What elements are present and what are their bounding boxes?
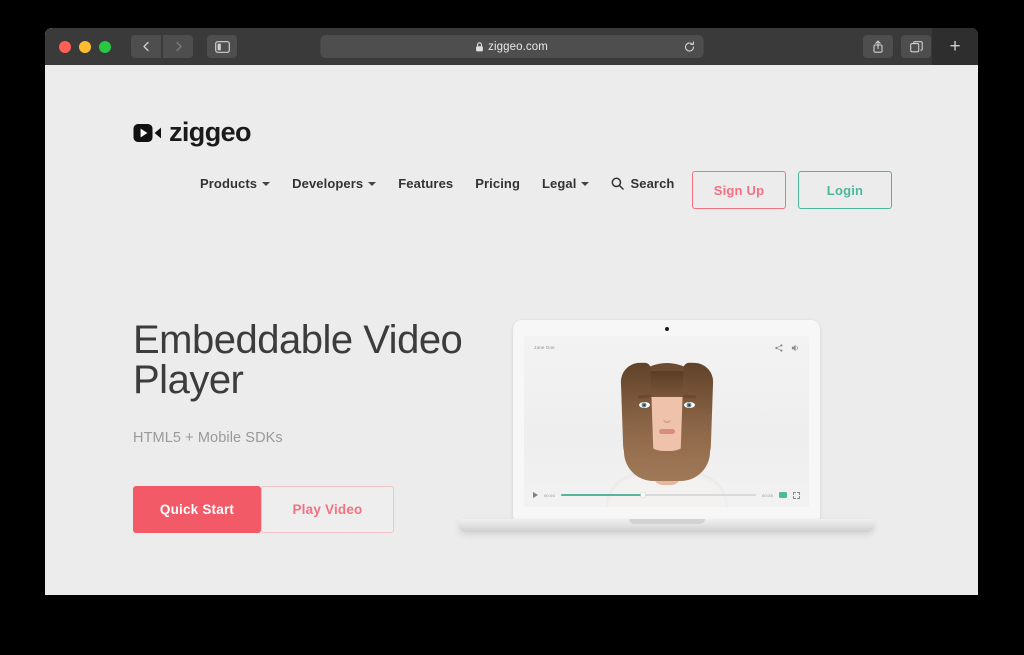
nav-label-pricing: Pricing — [475, 176, 521, 191]
laptop-mockup: Jane Doe 00:00 00:35 — [459, 320, 874, 540]
laptop-base-notch — [628, 519, 705, 524]
tab-overview-icon — [909, 40, 923, 52]
sidebar-toggle-icon — [214, 40, 230, 53]
nav-label-products: Products — [200, 176, 258, 191]
browser-window: ziggeo.com + ziggeo Products Developers … — [45, 28, 978, 595]
subject-hair-right — [679, 362, 714, 464]
current-time-label: 00:00 — [544, 492, 556, 498]
chevron-down-icon — [581, 181, 590, 186]
video-progress-handle[interactable] — [640, 492, 646, 498]
video-camera-play-icon — [133, 123, 161, 142]
subject-eye-left — [638, 402, 650, 408]
nav-item-pricing[interactable]: Pricing — [475, 176, 520, 191]
hero-title-line-2: Player — [133, 358, 244, 402]
video-player[interactable]: Jane Doe 00:00 00:35 — [524, 336, 809, 507]
sign-up-button[interactable]: Sign Up — [692, 171, 786, 209]
browser-toolbar: ziggeo.com + — [45, 28, 978, 65]
laptop-lid: Jane Doe 00:00 00:35 — [513, 320, 820, 520]
subject-eye-right — [683, 402, 695, 408]
video-bottom-controls: 00:00 00:35 — [524, 489, 809, 501]
laptop-camera-icon — [664, 327, 669, 331]
duration-label: 00:35 — [761, 492, 773, 498]
chevron-down-icon — [368, 181, 377, 186]
auth-buttons: Sign Up Login — [692, 171, 892, 209]
forward-button[interactable] — [163, 35, 193, 58]
new-tab-button[interactable]: + — [932, 28, 978, 65]
toolbar-right-buttons — [863, 35, 931, 58]
nav-label-features: Features — [398, 176, 454, 191]
video-progress-bar[interactable] — [561, 492, 756, 498]
show-all-tabs-button[interactable] — [901, 35, 931, 58]
chevron-left-icon — [142, 41, 149, 52]
nav-item-search[interactable]: Search — [611, 176, 674, 191]
minimize-window-button[interactable] — [79, 40, 91, 53]
nav-item-legal[interactable]: Legal — [542, 176, 590, 191]
address-bar-container: ziggeo.com — [320, 35, 703, 58]
hero-subtitle: HTML5 + Mobile SDKs — [133, 430, 283, 446]
play-video-button[interactable]: Play Video — [261, 486, 394, 533]
main-navigation: Products Developers Features Pricing Leg… — [45, 171, 978, 211]
logo-text: ziggeo — [169, 117, 252, 147]
closed-caption-icon[interactable] — [779, 492, 787, 498]
video-top-controls — [775, 344, 800, 352]
site-logo[interactable]: ziggeo — [133, 117, 252, 148]
reload-button[interactable] — [683, 40, 695, 53]
volume-icon[interactable] — [791, 344, 800, 352]
subject-hair-left — [619, 362, 654, 464]
reload-icon — [684, 40, 694, 52]
video-frame-subject — [603, 355, 731, 507]
hero-text-block: Embeddable Video Player HTML5 + Mobile S… — [133, 320, 473, 533]
hero-title-line-1: Embeddable Video — [133, 318, 463, 362]
lock-icon — [475, 41, 483, 52]
subject-nose — [662, 413, 671, 423]
video-progress-fill — [561, 493, 643, 497]
login-button[interactable]: Login — [798, 171, 892, 209]
maximize-window-button[interactable] — [99, 40, 111, 53]
close-window-button[interactable] — [59, 40, 71, 53]
nav-item-products[interactable]: Products — [200, 176, 271, 191]
window-traffic-lights — [59, 40, 111, 53]
share-button[interactable] — [863, 35, 893, 58]
fullscreen-icon[interactable] — [793, 491, 800, 499]
page-content: ziggeo Products Developers Features Pric… — [45, 65, 978, 595]
video-title-label: Jane Doe — [534, 345, 555, 350]
nav-label-search: Search — [630, 176, 675, 191]
nav-item-developers[interactable]: Developers — [292, 176, 377, 191]
navigation-buttons — [131, 35, 193, 58]
page-title: Embeddable Video Player — [133, 320, 473, 400]
back-button[interactable] — [131, 35, 161, 58]
url-text: ziggeo.com — [488, 40, 548, 53]
share-icon — [873, 40, 883, 53]
nav-label-legal: Legal — [542, 176, 577, 191]
search-icon — [612, 177, 625, 190]
address-bar[interactable]: ziggeo.com — [320, 35, 703, 58]
hero-cta-group: Quick Start Play Video — [133, 486, 473, 533]
nav-links: Products Developers Features Pricing Leg… — [200, 176, 674, 191]
play-icon[interactable] — [533, 492, 538, 498]
chevron-right-icon — [175, 41, 182, 52]
subject-mouth — [658, 429, 675, 434]
quick-start-button[interactable]: Quick Start — [133, 486, 261, 533]
share-icon[interactable] — [775, 344, 783, 352]
chevron-down-icon — [262, 181, 271, 186]
sidebar-toggle-button[interactable] — [207, 35, 237, 58]
nav-label-developers: Developers — [292, 176, 364, 191]
nav-item-features[interactable]: Features — [398, 176, 453, 191]
